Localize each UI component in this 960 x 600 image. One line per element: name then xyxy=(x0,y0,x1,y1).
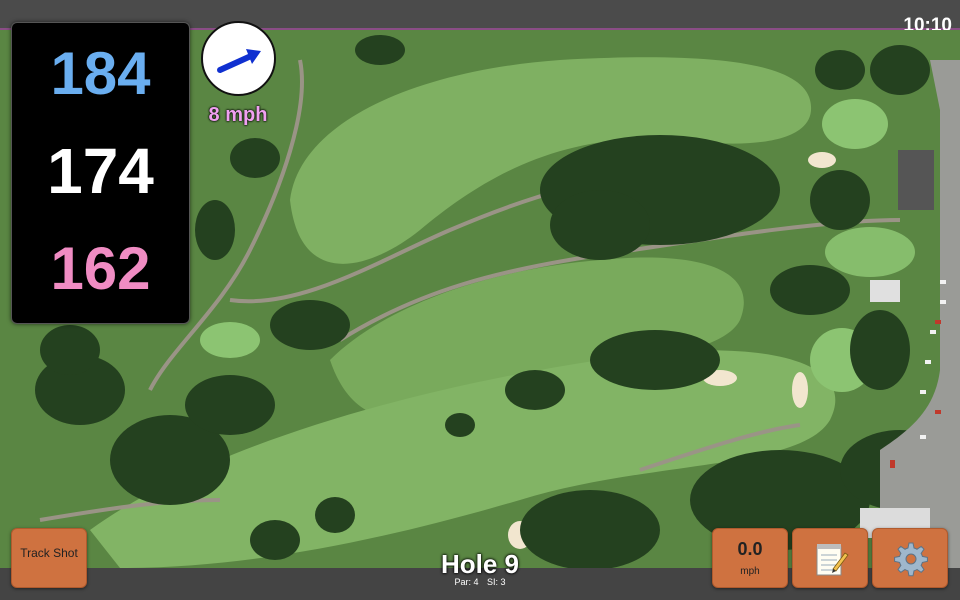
settings-button[interactable] xyxy=(872,528,948,588)
hole-info: Par: 4 SI: 3 xyxy=(400,577,560,587)
speed-unit: mph xyxy=(740,566,760,577)
hole-title: Hole 9 xyxy=(440,549,520,579)
notepad-icon xyxy=(816,544,849,576)
hole-par: Par: 4 xyxy=(454,577,479,587)
distance-panel: 184 174 162 xyxy=(11,22,190,324)
scorecard-button[interactable] xyxy=(792,528,868,588)
hole-stroke-index: SI: 3 xyxy=(487,577,506,587)
track-shot-button[interactable]: Track Shot xyxy=(11,528,87,588)
speed-value: 0.0 xyxy=(737,539,763,559)
wind-arrow-icon xyxy=(217,49,261,73)
gear-icon xyxy=(894,542,928,577)
front-distance: 162 xyxy=(50,235,151,302)
speed-button[interactable]: 0.0 mph xyxy=(712,528,788,588)
wind-speed-label: 8 mph xyxy=(208,104,268,126)
middle-distance: 174 xyxy=(47,135,154,207)
back-distance: 184 xyxy=(50,40,151,107)
wind-indicator xyxy=(201,21,276,96)
